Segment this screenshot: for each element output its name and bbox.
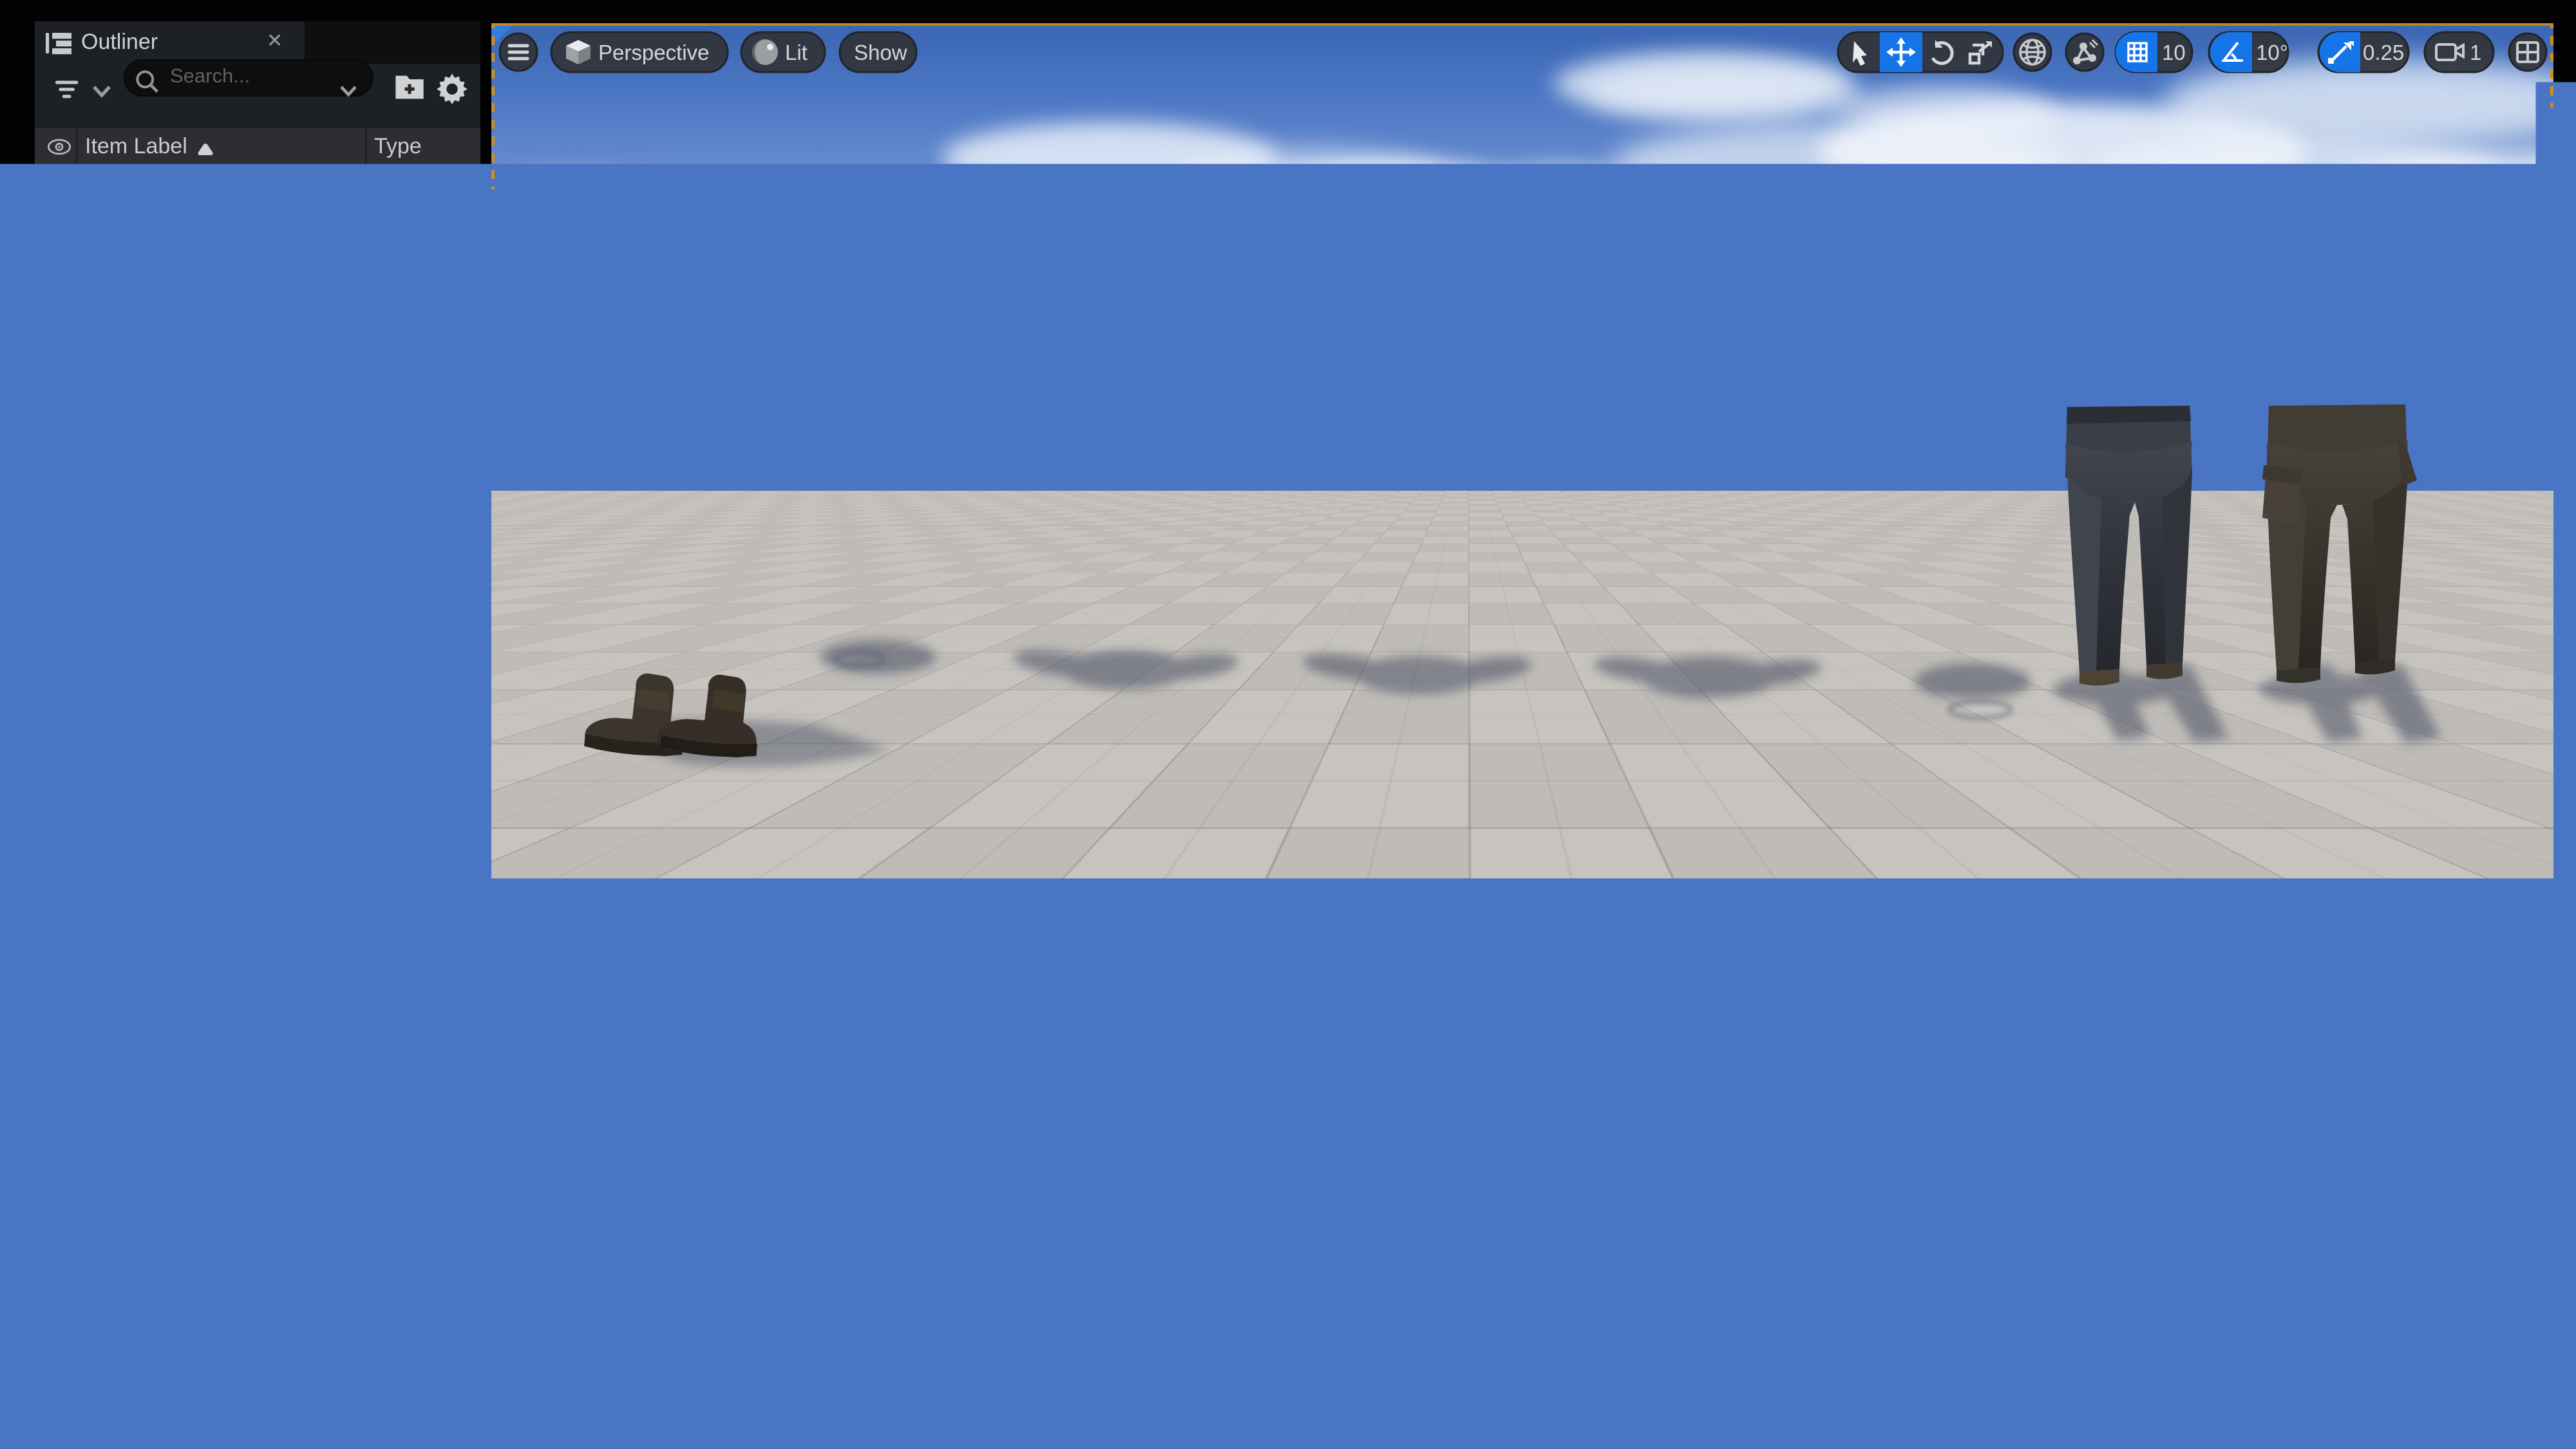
svg-text:Lit: Lit (785, 41, 808, 64)
svg-text:10: 10 (2162, 41, 2186, 64)
svg-text:1: 1 (2470, 41, 2481, 64)
svg-text:0.25: 0.25 (2363, 41, 2404, 64)
svg-text:Y: Y (553, 985, 571, 1016)
svg-text:X: X (610, 965, 628, 996)
svg-text:Z: Z (561, 913, 578, 943)
svg-text:Perspective: Perspective (598, 41, 709, 64)
svg-text:10°: 10° (2256, 41, 2288, 64)
svg-text:Show: Show (854, 41, 907, 64)
